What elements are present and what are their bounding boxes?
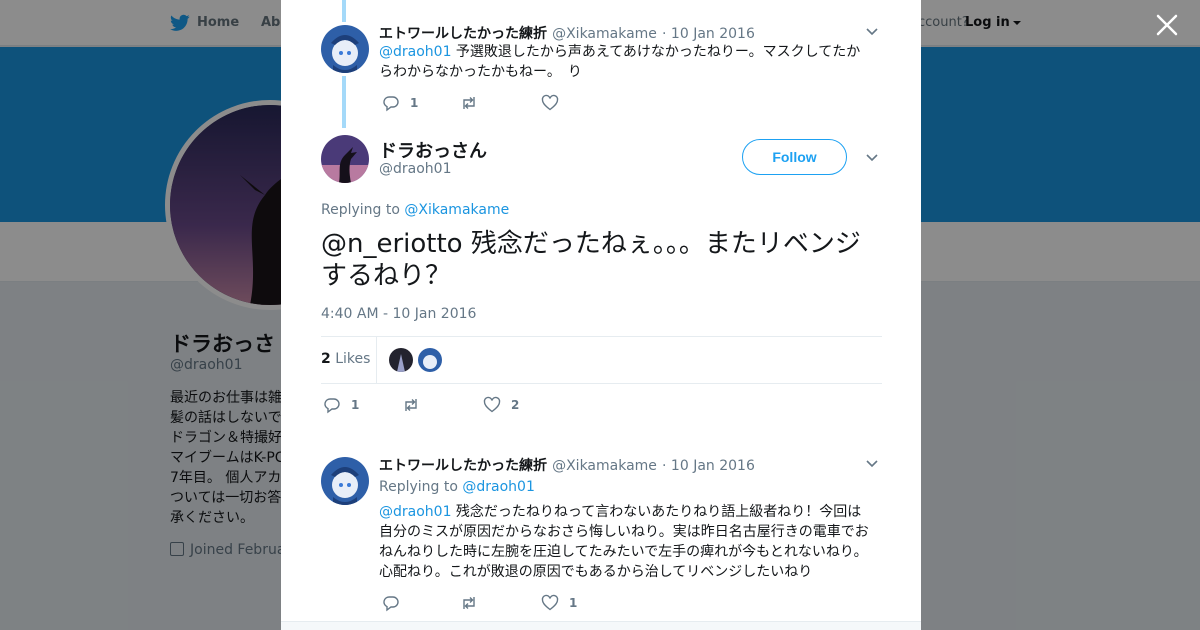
- likes-label: Likes: [335, 351, 371, 367]
- reply-icon[interactable]: [382, 594, 400, 612]
- main-author-name[interactable]: ドラおっさん: [379, 137, 487, 163]
- replying-to-link[interactable]: @draoh01: [462, 479, 534, 495]
- tweet-date[interactable]: · 10 Jan 2016: [662, 458, 755, 474]
- liker-avatar[interactable]: [418, 348, 442, 372]
- tweet-date[interactable]: · 10 Jan 2016: [662, 26, 755, 42]
- divider: [321, 336, 882, 337]
- replying-to: Replying to @draoh01: [379, 479, 535, 495]
- avatar[interactable]: [321, 457, 369, 505]
- tweet-text: @draoh01 残念だったねりねって言わないあたりねり語上級者ねり！今回は自分…: [379, 502, 874, 582]
- likes-count: 2: [321, 351, 331, 367]
- like-count: 2: [511, 398, 520, 412]
- heart-icon[interactable]: [541, 94, 559, 112]
- retweet-action[interactable]: [402, 396, 420, 414]
- stat-divider: [376, 337, 377, 383]
- chevron-down-icon[interactable]: [866, 460, 878, 468]
- reply-action[interactable]: [382, 594, 400, 612]
- tweet-author-handle[interactable]: @Xikamakame: [552, 458, 657, 474]
- tweet-text: @draoh01 予選敗退したから声あえてあけなかったねりー。マスクしてたからわ…: [379, 42, 874, 82]
- reply-count: 1: [410, 96, 419, 110]
- replying-prefix: Replying to: [321, 202, 405, 218]
- tweet-timestamp[interactable]: 4:40 AM - 10 Jan 2016: [321, 306, 476, 322]
- tweet-modal: エトワールしたかった練折 @Xikamakame · 10 Jan 2016 @…: [281, 0, 921, 630]
- liker-avatar[interactable]: [389, 348, 413, 372]
- main-author-handle[interactable]: @draoh01: [379, 161, 451, 177]
- main-tweet-text: @n_eriotto 残念だったねぇ。。。またリベンジするねり？: [321, 229, 861, 291]
- divider: [321, 383, 882, 384]
- tweet-body: 残念だったねりねって言わないあたりねり語上級者ねり！今回は自分のミスが原因だから…: [379, 504, 869, 580]
- like-action[interactable]: 2: [483, 396, 519, 414]
- tweet-author-name[interactable]: エトワールしたかった練折: [379, 26, 547, 42]
- replying-to: Replying to @Xikamakame: [321, 202, 509, 218]
- avatar[interactable]: [321, 25, 369, 73]
- tweet-header: エトワールしたかった練折 @Xikamakame · 10 Jan 2016: [379, 23, 755, 43]
- heart-icon[interactable]: [483, 396, 501, 414]
- thread-line-connector: [342, 76, 346, 128]
- modal-footer: [281, 621, 921, 630]
- close-icon[interactable]: [1154, 12, 1180, 38]
- retweet-action[interactable]: [460, 94, 478, 112]
- retweet-icon[interactable]: [402, 396, 420, 414]
- chevron-down-icon[interactable]: [866, 28, 878, 36]
- avatar[interactable]: [321, 135, 369, 183]
- reply-action[interactable]: 1: [323, 396, 359, 414]
- replying-prefix: Replying to: [379, 479, 463, 495]
- retweet-icon[interactable]: [460, 594, 478, 612]
- like-action[interactable]: 1: [541, 594, 577, 612]
- heart-icon[interactable]: [541, 594, 559, 612]
- reply-icon[interactable]: [382, 94, 400, 112]
- mention-link[interactable]: @draoh01: [379, 44, 451, 60]
- mention-link[interactable]: @draoh01: [379, 504, 451, 520]
- retweet-action[interactable]: [460, 594, 478, 612]
- like-count: 1: [569, 596, 578, 610]
- reply-count: 1: [351, 398, 360, 412]
- tweet-body: 予選敗退したから声あえてあけなかったねりー。マスクしてたからわからなかったかもね…: [379, 44, 861, 80]
- reply-icon[interactable]: [323, 396, 341, 414]
- tweet-author-name[interactable]: エトワールしたかった練折: [379, 458, 547, 474]
- follow-button[interactable]: Follow: [742, 139, 847, 175]
- retweet-icon[interactable]: [460, 94, 478, 112]
- chevron-down-icon[interactable]: [866, 154, 878, 162]
- tweet-author-handle[interactable]: @Xikamakame: [552, 26, 657, 42]
- replying-to-link[interactable]: @Xikamakame: [404, 202, 509, 218]
- reply-action[interactable]: 1: [382, 94, 418, 112]
- thread-line-top: [342, 0, 346, 22]
- tweet-header: エトワールしたかった練折 @Xikamakame · 10 Jan 2016: [379, 455, 755, 475]
- like-action[interactable]: [541, 94, 559, 112]
- likes-stat[interactable]: 2 Likes: [321, 351, 370, 367]
